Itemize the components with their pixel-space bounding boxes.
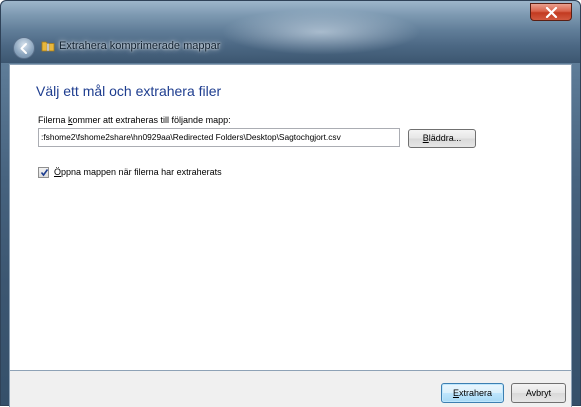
destination-path-input[interactable]: :fshome2\fshome2share\hn0929aa\Redirecte… xyxy=(38,128,400,147)
destination-label: Filerna kommer att extraheras till följa… xyxy=(38,115,231,125)
close-button[interactable] xyxy=(530,3,572,21)
open-folder-label: Öppna mappen när filerna har extraherats xyxy=(54,167,222,177)
extract-dialog-window: Extrahera komprimerade mappar Välj ett m… xyxy=(0,0,581,407)
dialog-heading: Välj ett mål och extrahera filer xyxy=(36,83,222,99)
cancel-button[interactable]: Avbryt xyxy=(511,383,566,403)
browse-button[interactable]: Bläddra... xyxy=(408,129,476,148)
open-folder-checkbox[interactable] xyxy=(38,167,49,178)
window-title: Extrahera komprimerade mappar xyxy=(59,40,221,52)
back-arrow-icon xyxy=(20,43,27,54)
checkmark-icon xyxy=(40,169,49,177)
dialog-content: Välj ett mål och extrahera filer Filerna… xyxy=(9,64,572,371)
close-icon xyxy=(545,7,558,18)
zip-folder-icon xyxy=(41,41,55,52)
back-button[interactable] xyxy=(13,37,35,59)
dialog-footer: Extrahera Avbryt xyxy=(9,371,572,407)
title-bar[interactable]: Extrahera komprimerade mappar xyxy=(1,1,580,63)
extract-button[interactable]: Extrahera xyxy=(441,383,504,403)
